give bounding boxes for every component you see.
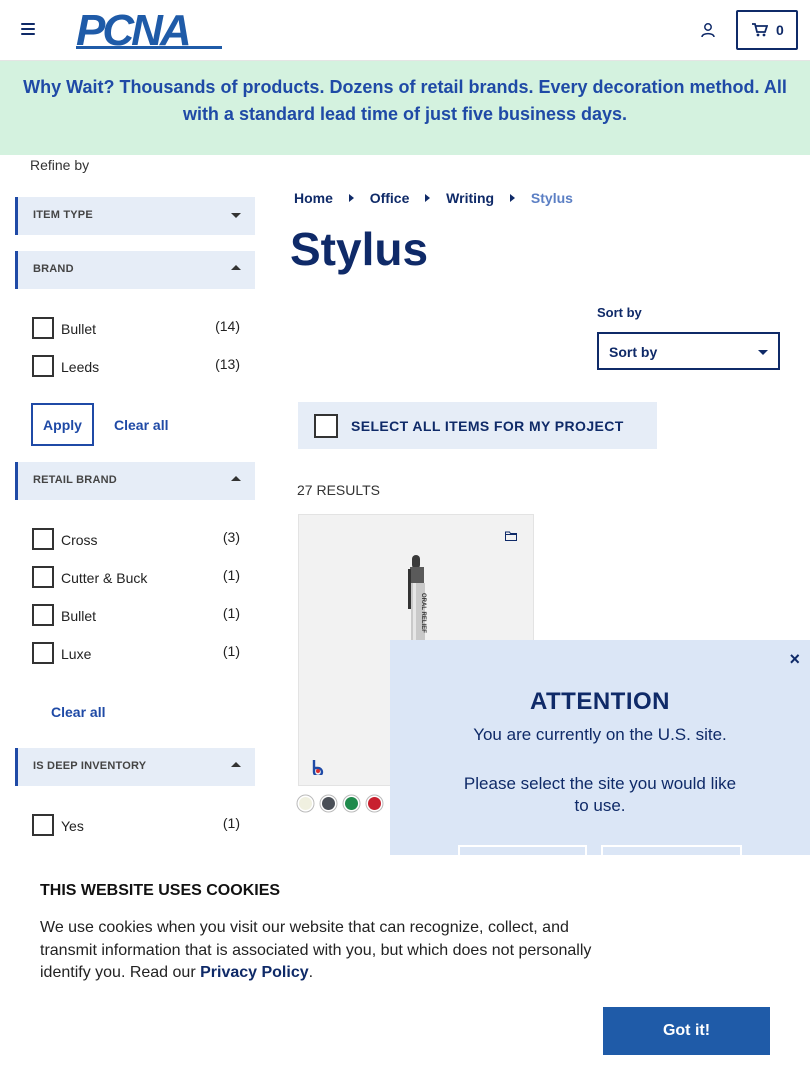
option-label: Bullet [61, 608, 97, 624]
cart-button[interactable]: 0 [736, 10, 798, 50]
facet-label: BRAND [33, 263, 74, 275]
sort-select[interactable]: Sort by [597, 332, 780, 370]
facet-brand[interactable]: BRAND [15, 251, 255, 289]
breadcrumb-writing[interactable]: Writing [446, 190, 494, 206]
product-imprint-text: ORAL RELIEF [420, 593, 426, 633]
chevron-right-icon [425, 194, 431, 203]
option-count: (3) [222, 529, 240, 545]
checkbox[interactable] [32, 604, 54, 626]
caret-down-icon [231, 213, 241, 218]
retail-brand-option-bullet[interactable]: Bullet (1) [32, 604, 242, 628]
modal-prompt: Please select the site you would like to… [463, 774, 737, 815]
refine-by-label: Refine by [30, 157, 90, 173]
option-label: Cutter & Buck [61, 570, 148, 586]
deep-inventory-option-yes[interactable]: Yes (1) [32, 814, 242, 838]
breadcrumb: Home Office Writing Stylus [294, 189, 573, 206]
chevron-right-icon [510, 194, 516, 203]
sort-label: Sort by [597, 305, 642, 320]
color-swatch[interactable] [299, 797, 312, 810]
option-count: (14) [215, 318, 240, 334]
caret-up-icon [231, 265, 241, 270]
option-label: Cross [61, 532, 98, 548]
chevron-right-icon [348, 194, 354, 203]
cart-icon [752, 23, 768, 37]
cookie-body: We use cookies when you visit our websit… [40, 919, 592, 981]
checkbox[interactable] [32, 317, 54, 339]
color-swatch[interactable] [345, 797, 358, 810]
caret-up-icon [231, 762, 241, 767]
cookie-title: THIS WEBSITE USES COOKIES [40, 882, 281, 899]
option-count: (1) [222, 643, 240, 659]
caret-down-icon [758, 350, 768, 355]
checkbox[interactable] [32, 566, 54, 588]
logo-underline [76, 46, 222, 49]
retail-brand-clear-all-link[interactable]: Clear all [51, 704, 105, 720]
facet-label: ITEM TYPE [33, 209, 93, 221]
promo-banner-text: Why Wait? Thousands of products. Dozens … [23, 77, 787, 124]
brand-badge-icon [312, 760, 324, 775]
hamburger-menu-icon[interactable] [21, 23, 35, 35]
page-title: Stylus [290, 223, 429, 275]
select-all-items-button[interactable]: SELECT ALL ITEMS FOR MY PROJECT [298, 402, 657, 449]
caret-up-icon [231, 476, 241, 481]
breadcrumb-home[interactable]: Home [294, 190, 333, 206]
sort-value: Sort by [609, 344, 658, 360]
folder-icon[interactable] [505, 531, 517, 541]
cart-count: 0 [776, 22, 784, 38]
account-icon[interactable] [700, 22, 716, 38]
cookie-banner: THIS WEBSITE USES COOKIES We use cookies… [0, 855, 810, 1080]
color-swatch[interactable] [322, 797, 335, 810]
apply-button[interactable]: Apply [31, 403, 94, 446]
brand-option-bullet[interactable]: Bullet (14) [32, 317, 242, 341]
checkbox[interactable] [32, 528, 54, 550]
promo-banner: Why Wait? Thousands of products. Dozens … [0, 61, 810, 155]
results-count: 27 RESULTS [297, 482, 380, 498]
option-label: Leeds [61, 359, 100, 375]
option-count: (1) [222, 567, 240, 583]
facet-label: IS DEEP INVENTORY [33, 760, 147, 772]
option-count: (1) [222, 815, 240, 831]
close-icon[interactable]: × [789, 649, 800, 670]
facet-item-type[interactable]: ITEM TYPE [15, 197, 255, 235]
option-label: Yes [61, 818, 84, 834]
option-label: Luxe [61, 646, 92, 662]
facet-deep-inventory[interactable]: IS DEEP INVENTORY [15, 748, 255, 786]
modal-title: ATTENTION [529, 688, 671, 715]
facet-retail-brand[interactable]: RETAIL BRAND [15, 462, 255, 500]
select-all-label: SELECT ALL ITEMS FOR MY PROJECT [351, 418, 624, 434]
breadcrumb-current: Stylus [530, 190, 573, 207]
breadcrumb-office[interactable]: Office [370, 190, 410, 206]
color-swatch[interactable] [368, 797, 381, 810]
checkbox[interactable] [32, 814, 54, 836]
cookie-body-end: . [308, 964, 314, 981]
site-header: PCNA 0 [0, 0, 810, 61]
retail-brand-option-luxe[interactable]: Luxe (1) [32, 642, 242, 666]
option-count: (13) [215, 356, 240, 372]
option-count: (1) [222, 605, 240, 621]
accept-cookies-button[interactable]: Got it! [603, 1007, 770, 1055]
select-all-checkbox[interactable] [314, 414, 338, 438]
retail-brand-option-cross[interactable]: Cross (3) [32, 528, 242, 552]
privacy-policy-link[interactable]: Privacy Policy [200, 964, 309, 981]
facet-label: RETAIL BRAND [33, 474, 117, 486]
checkbox[interactable] [32, 642, 54, 664]
cookie-text: We use cookies when you visit our websit… [40, 917, 610, 985]
retail-brand-option-cutter-buck[interactable]: Cutter & Buck (1) [32, 566, 242, 590]
site-selection-modal: × ATTENTION You are currently on the U.S… [390, 640, 810, 885]
brand-clear-all-link[interactable]: Clear all [114, 417, 168, 433]
brand-option-leeds[interactable]: Leeds (13) [32, 355, 242, 379]
modal-message: You are currently on the U.S. site. [473, 725, 727, 744]
option-label: Bullet [61, 321, 97, 337]
checkbox[interactable] [32, 355, 54, 377]
